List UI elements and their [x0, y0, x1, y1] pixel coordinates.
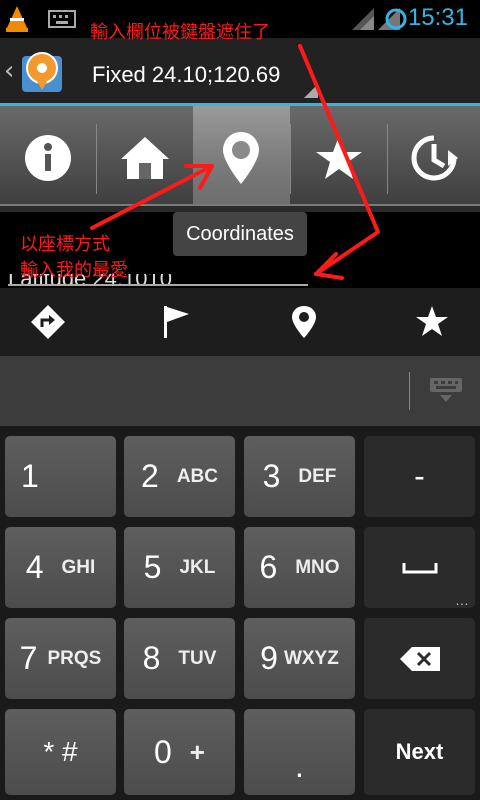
annotation-arrow-down [298, 44, 380, 234]
annotation-left-line1: 以座標方式 [20, 234, 110, 255]
annotation-top: 輸入欄位被鍵盤遮住了 [90, 22, 270, 43]
annotation-left-line2: 輸入我的最愛 [20, 260, 128, 281]
annotation-arrow-to-tab [90, 164, 214, 230]
annotation-arrow-to-field [314, 230, 380, 276]
annotation-arrows [90, 44, 380, 280]
